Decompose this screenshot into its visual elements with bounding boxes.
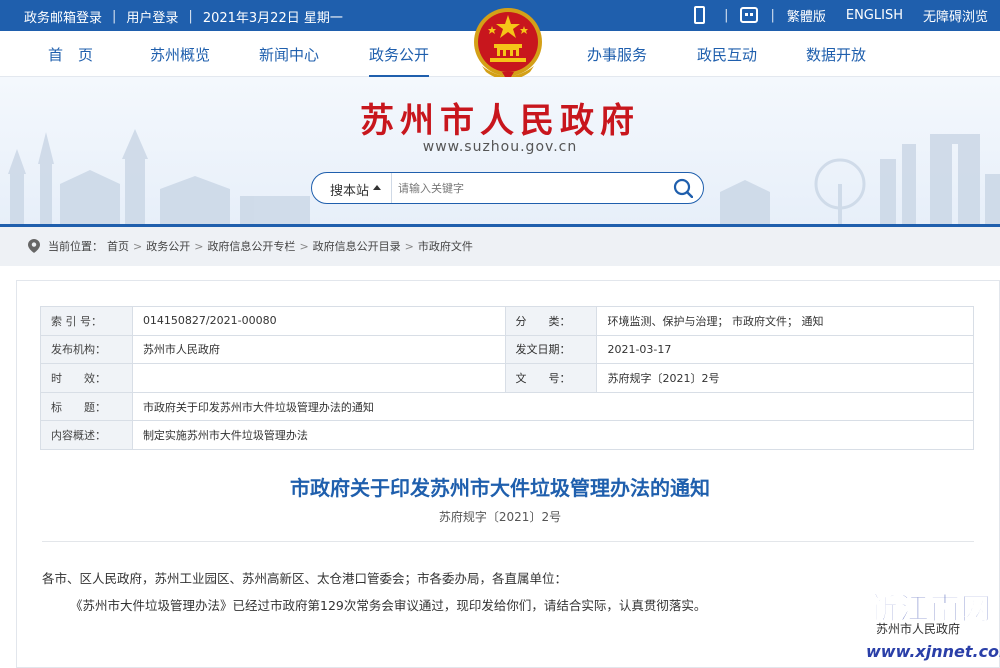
breadcrumb-separator: > bbox=[133, 239, 143, 253]
national-emblem-icon bbox=[474, 8, 542, 82]
date-label: 发文日期： bbox=[504, 334, 598, 365]
breadcrumb-home[interactable]: 首页 bbox=[107, 238, 129, 254]
document-title: 市政府关于印发苏州市大件垃圾管理办法的通知 bbox=[290, 476, 710, 500]
separator: | bbox=[188, 9, 193, 24]
table-row: 标 题： 市政府关于印发苏州市大件垃圾管理办法的通知 bbox=[40, 391, 975, 422]
validity-label: 时 效： bbox=[40, 363, 133, 393]
nav-open-data[interactable]: 数据开放 bbox=[806, 44, 866, 65]
breadcrumb-separator: > bbox=[194, 239, 204, 253]
mail-login-link[interactable]: 政务邮箱登录 bbox=[24, 7, 102, 26]
table-row: 时 效： 文 号： 苏府规字〔2021〕2号 bbox=[40, 363, 974, 393]
search-input[interactable] bbox=[398, 178, 658, 198]
title-value: 市政府关于印发苏州市大件垃圾管理办法的通知 bbox=[131, 391, 975, 422]
category-label: 分 类： bbox=[504, 306, 598, 336]
issuer-value: 苏州市人民政府 bbox=[131, 334, 506, 365]
nav-news-center[interactable]: 新闻中心 bbox=[259, 44, 319, 65]
document-number: 苏府规字〔2021〕2号 bbox=[438, 510, 562, 524]
caret-up-icon bbox=[373, 185, 381, 190]
document-recipients: 各市、区人民政府，苏州工业园区、苏州高新区、太仓港口管委会；市各委办局，各直属单… bbox=[42, 571, 568, 586]
breadcrumb-separator: > bbox=[299, 239, 309, 253]
breadcrumb-info-column[interactable]: 政府信息公开专栏 bbox=[207, 238, 295, 254]
summary-value: 制定实施苏州市大件垃圾管理办法 bbox=[131, 420, 975, 450]
index-label: 索 引 号： bbox=[40, 306, 133, 336]
accessible-browse-link[interactable]: 无障碍浏览 bbox=[923, 6, 988, 25]
divider bbox=[42, 541, 974, 542]
search-box: 搜本站 bbox=[311, 172, 704, 204]
validity-value bbox=[131, 363, 506, 393]
separator: | bbox=[112, 9, 117, 24]
document-metadata-table: 索 引 号： 014150827/2021-00080 分 类： 环境监测、保护… bbox=[40, 306, 975, 450]
summary-label: 内容概述： bbox=[40, 420, 133, 450]
user-login-link[interactable]: 用户登录 bbox=[126, 7, 178, 26]
table-row: 发布机构： 苏州市人民政府 发文日期： 2021-03-17 bbox=[40, 334, 974, 365]
top-right-links: | | 繁體版 ENGLISH 无障碍浏览 bbox=[694, 5, 988, 25]
docno-label: 文 号： bbox=[504, 363, 598, 393]
index-value: 014150827/2021-00080 bbox=[131, 306, 506, 336]
breadcrumb-info-catalog[interactable]: 政府信息公开目录 bbox=[313, 238, 401, 254]
date-value: 2021-03-17 bbox=[596, 334, 974, 365]
breadcrumb-city-documents[interactable]: 市政府文件 bbox=[418, 238, 473, 254]
separator: | bbox=[770, 7, 775, 23]
breadcrumb: 当前位置： 首页 > 政务公开 > 政府信息公开专栏 > 政府信息公开目录 > … bbox=[28, 238, 473, 254]
title-label: 标 题： bbox=[40, 391, 133, 422]
phone-icon[interactable] bbox=[694, 5, 712, 25]
docno-value: 苏府规字〔2021〕2号 bbox=[596, 363, 974, 393]
watermark-url: www.xjnnet.com bbox=[866, 642, 1000, 661]
breadcrumb-separator: > bbox=[404, 239, 414, 253]
watermark-org: 苏州市人民政府 bbox=[876, 622, 961, 636]
nav-services[interactable]: 办事服务 bbox=[587, 44, 647, 65]
separator: | bbox=[724, 7, 729, 23]
traditional-chinese-link[interactable]: 繁體版 bbox=[787, 6, 826, 25]
nav-home[interactable]: 首 页 bbox=[48, 44, 93, 65]
robot-icon[interactable] bbox=[740, 5, 759, 25]
site-banner: 苏州市人民政府 www.suzhou.gov.cn 搜本站 bbox=[0, 77, 1000, 224]
english-link[interactable]: ENGLISH bbox=[846, 8, 903, 23]
search-icon[interactable] bbox=[673, 178, 693, 198]
nav-interaction[interactable]: 政民互动 bbox=[697, 44, 757, 65]
search-scope-dropdown[interactable]: 搜本站 bbox=[312, 173, 392, 203]
site-url: www.suzhou.gov.cn bbox=[422, 139, 578, 155]
category-value: 环境监测、保护与治理； 市政府文件； 通知 bbox=[596, 306, 974, 336]
nav-suzhou-overview[interactable]: 苏州概览 bbox=[150, 44, 210, 65]
issuer-label: 发布机构： bbox=[40, 334, 133, 365]
top-left-links: 政务邮箱登录 | 用户登录 | 2021年3月22日 星期一 bbox=[24, 7, 343, 26]
breadcrumb-bar: 当前位置： 首页 > 政务公开 > 政府信息公开专栏 > 政府信息公开目录 > … bbox=[0, 224, 1000, 266]
search-scope-label: 搜本站 bbox=[330, 184, 370, 199]
current-date: 2021年3月22日 星期一 bbox=[202, 11, 343, 26]
breadcrumb-government-affairs[interactable]: 政务公开 bbox=[146, 238, 190, 254]
table-row: 索 引 号： 014150827/2021-00080 分 类： 环境监测、保护… bbox=[40, 306, 974, 336]
site-title: 苏州市人民政府 bbox=[360, 101, 640, 141]
location-pin-icon bbox=[28, 239, 40, 253]
breadcrumb-prefix: 当前位置： bbox=[48, 240, 103, 253]
document-body-paragraph: 《苏州市大件垃圾管理办法》已经过市政府第129次常务会审议通过，现印发给你们，请… bbox=[70, 598, 707, 613]
nav-government-affairs[interactable]: 政务公开 bbox=[369, 44, 430, 78]
table-row: 内容概述： 制定实施苏州市大件垃圾管理办法 bbox=[40, 420, 975, 450]
